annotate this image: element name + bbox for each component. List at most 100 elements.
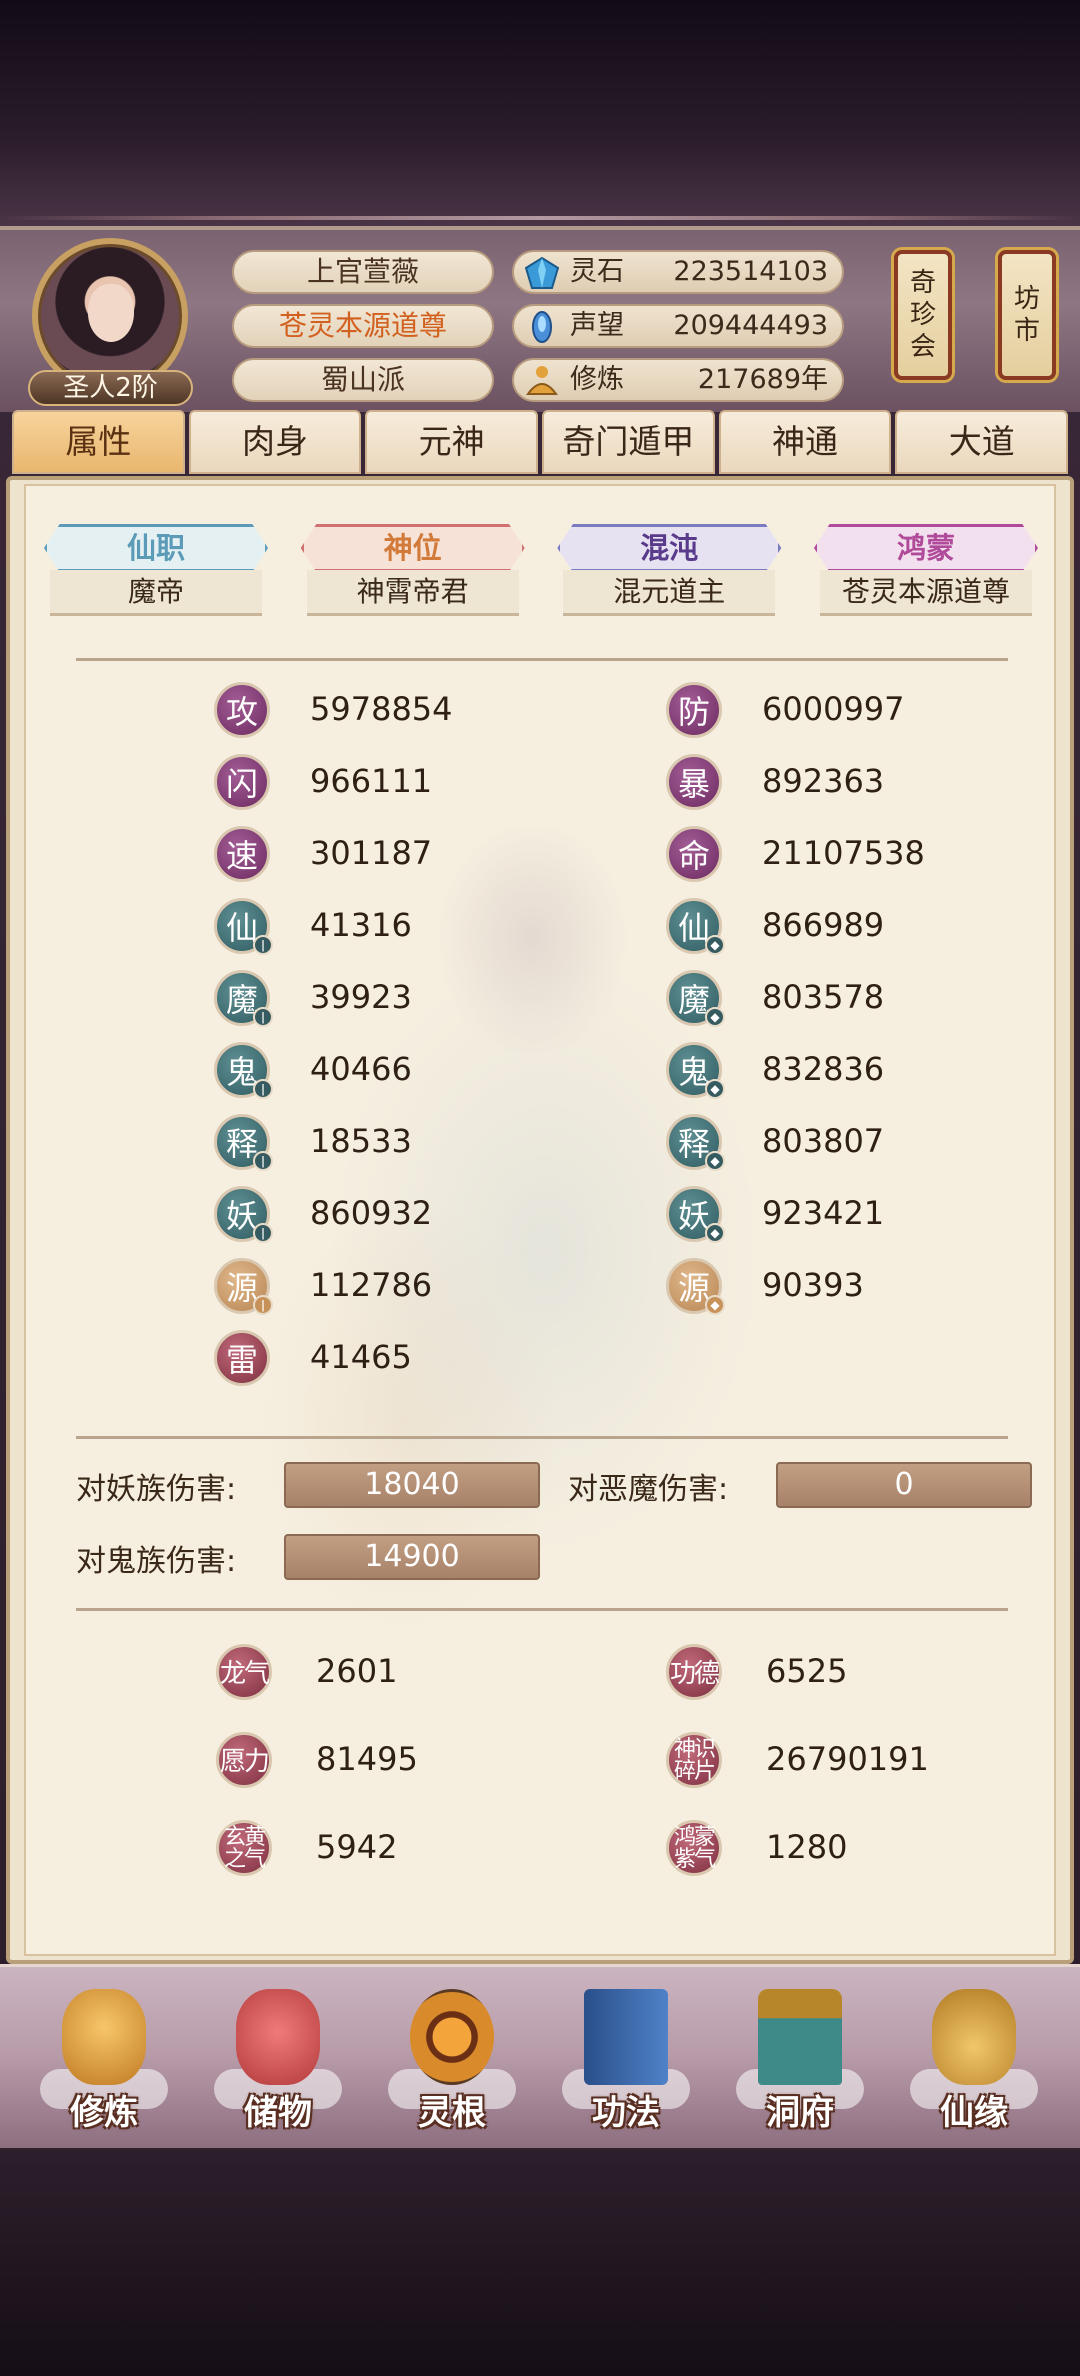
shield-mark-icon: ◆ [705, 1079, 725, 1099]
tab-divine-powers[interactable]: 神通 [718, 410, 892, 474]
stat-icon: 妖 ◆ [666, 1186, 725, 1243]
rank-card-divine-seat[interactable]: 神位 神霄帝君 [293, 524, 533, 624]
stat-value: 21107538 [762, 834, 925, 872]
shield-mark-icon: ◆ [705, 1151, 725, 1171]
stat-icon: 魔ǀ [214, 970, 273, 1027]
shield-mark-icon: ◆ [705, 935, 725, 955]
stat-value: 39923 [310, 978, 412, 1016]
stat-icon: 释ǀ [214, 1114, 273, 1171]
rank-card-hongmeng[interactable]: 鸿蒙 苍灵本源道尊 [806, 524, 1046, 624]
resource-label: 修炼 [570, 364, 624, 395]
tab-body[interactable]: 肉身 [188, 410, 362, 474]
treasure-fair-label: 奇珍会 [909, 268, 936, 362]
stat-icon: 速 [214, 826, 270, 882]
player-sect: 蜀山派 [232, 358, 494, 402]
player-name: 上官萱薇 [232, 250, 494, 294]
tab-great-dao[interactable]: 大道 [895, 410, 1069, 474]
resource-prestige: 声望 209444493 [512, 304, 844, 348]
stat-value: 966111 [310, 762, 433, 800]
technique-book-icon [584, 1989, 668, 2085]
nav-spirit-root[interactable]: 灵根 [382, 1989, 522, 2139]
stat-icon: 命 [666, 826, 722, 882]
stat-value: 41465 [310, 1338, 412, 1376]
resource-value: 209444493 [673, 310, 828, 341]
stat-value: 90393 [762, 1266, 864, 1304]
market-label: 坊市 [1013, 284, 1040, 346]
stat-icon: 暴 [666, 754, 722, 810]
treasure-fair-button[interactable]: 奇珍会 [894, 250, 952, 380]
stat-icon: 神识碎片 [666, 1732, 722, 1788]
top-banner [0, 0, 1080, 226]
stat-value: 6525 [766, 1652, 848, 1690]
stat-icon: 仙 ◆ [666, 898, 725, 955]
stat-icon: 功德 [666, 1644, 722, 1700]
nav-techniques[interactable]: 功法 [556, 1989, 696, 2139]
fortune-gourd-icon [932, 1989, 1016, 2085]
stat-value: 112786 [310, 1266, 433, 1304]
stat-icon: 鸿蒙紫气 [666, 1820, 722, 1876]
stat-icon: 防 [666, 682, 722, 738]
stat-icon: 鬼 ◆ [666, 1042, 725, 1099]
stat-icon: 愿力 [216, 1732, 272, 1788]
stat-value: 6000997 [762, 690, 905, 728]
nav-label: 储物 [244, 2093, 312, 2133]
banner-ornament [0, 216, 1080, 220]
divider [76, 1436, 1008, 1439]
player-header: 圣人2阶 上官萱薇 苍灵本源道尊 蜀山派 灵石 223514103 声望 209… [0, 226, 1080, 412]
nav-cave-dwelling[interactable]: 洞府 [730, 1989, 870, 2139]
resource-label: 灵石 [570, 256, 624, 287]
avatar-frame[interactable]: 圣人2阶 [28, 238, 193, 406]
stat-value: 803578 [762, 978, 885, 1016]
cave-dwelling-icon [758, 1989, 842, 2085]
shield-mark-icon: ◆ [705, 1295, 725, 1315]
nav-immortal-fate[interactable]: 仙缘 [904, 1989, 1044, 2139]
stat-value: 1280 [766, 1828, 848, 1866]
nav-cultivate[interactable]: 修炼 [34, 1989, 174, 2139]
stat-value: 803807 [762, 1122, 885, 1160]
bottom-nav: 修炼 储物 灵根 功法 洞府 仙缘 [0, 1964, 1080, 2148]
stat-icon: 闪 [214, 754, 270, 810]
rank-title: 仙职 [44, 524, 268, 572]
market-button[interactable]: 坊市 [998, 250, 1056, 380]
tab-attributes[interactable]: 属性 [12, 410, 185, 474]
nav-label: 灵根 [418, 2093, 486, 2133]
attribute-tabs: 属性 肉身 元神 奇门遁甲 神通 大道 [12, 410, 1069, 476]
stat-icon: 释 ◆ [666, 1114, 725, 1171]
stat-icon: 源 ◆ [666, 1258, 725, 1315]
rank-card-chaos[interactable]: 混沌 混元道主 [549, 524, 789, 624]
damage-vs-ghost-label: 对鬼族伤害: [76, 1544, 237, 1579]
nav-storage[interactable]: 储物 [208, 1989, 348, 2139]
nav-label: 洞府 [766, 2093, 834, 2133]
rank-value: 苍灵本源道尊 [819, 570, 1032, 616]
rank-cards: 仙职 魔帝 神位 神霄帝君 混沌 混元道主 鸿蒙 苍灵本源道尊 [36, 524, 1046, 624]
nav-label: 仙缘 [940, 2093, 1008, 2133]
stat-icon: 源ǀ [214, 1258, 273, 1315]
stat-icon: 龙气 [216, 1644, 272, 1700]
tab-qimen-dunjia[interactable]: 奇门遁甲 [542, 410, 715, 474]
resource-cultivation: 修炼 217689年 [512, 358, 844, 402]
damage-vs-yao-value: 18040 [284, 1462, 540, 1508]
tab-soul[interactable]: 元神 [365, 410, 539, 474]
attributes-content: 仙职 魔帝 神位 神霄帝君 混沌 混元道主 鸿蒙 苍灵本源道尊 攻 5978854… [24, 484, 1056, 1956]
rank-value: 混元道主 [563, 570, 776, 616]
stat-icon: 妖ǀ [214, 1186, 273, 1243]
damage-vs-yao-label: 对妖族伤害: [76, 1472, 237, 1507]
stat-icon: 攻 [214, 682, 270, 738]
nav-label: 修炼 [70, 2093, 138, 2133]
rank-title: 混沌 [557, 524, 782, 572]
spirit-root-icon [410, 1989, 494, 2085]
rank-badge: 圣人2阶 [28, 370, 193, 406]
stat-value: 5978854 [310, 690, 453, 728]
meditating-monk-icon [62, 1989, 146, 2085]
stat-value: 18533 [310, 1122, 412, 1160]
stat-value: 923421 [762, 1194, 885, 1232]
resource-value: 217689年 [697, 364, 828, 395]
stat-value: 2601 [316, 1652, 398, 1690]
attributes-panel: 仙职 魔帝 神位 神霄帝君 混沌 混元道主 鸿蒙 苍灵本源道尊 攻 5978854… [6, 476, 1074, 1964]
rank-title: 鸿蒙 [813, 524, 1038, 572]
rank-title: 神位 [300, 524, 525, 572]
storage-bag-icon [236, 1989, 320, 2085]
spirit-stone-icon [524, 256, 560, 289]
damage-vs-ghost-value: 14900 [284, 1534, 540, 1580]
rank-card-immortal-post[interactable]: 仙职 魔帝 [36, 524, 276, 624]
